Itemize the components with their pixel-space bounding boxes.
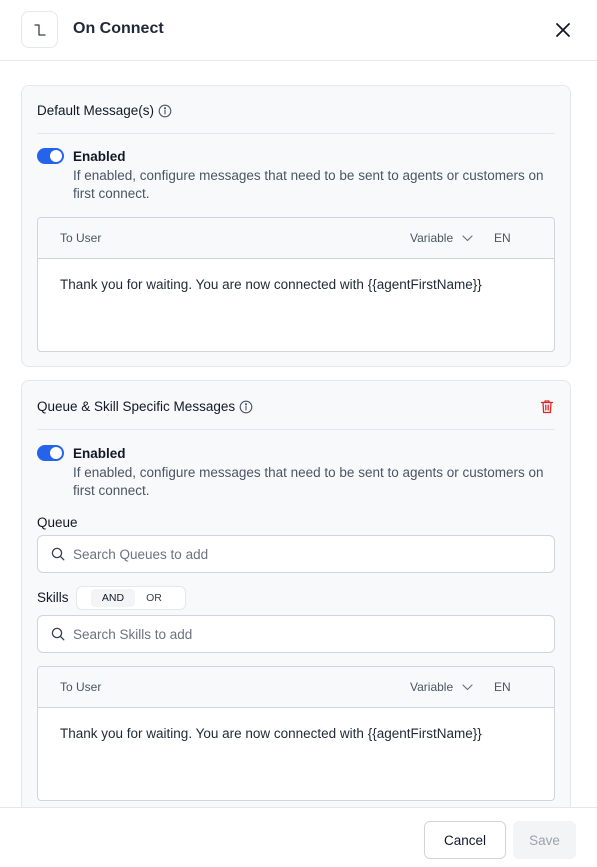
chevron-down-icon bbox=[462, 683, 473, 690]
info-icon[interactable] bbox=[239, 400, 253, 414]
card-divider bbox=[37, 133, 555, 134]
message-editor-header: To User Variable EN bbox=[38, 218, 554, 259]
step-connector-icon bbox=[21, 11, 58, 48]
message-editor: To User Variable EN Thank you for waitin… bbox=[37, 666, 555, 801]
skills-search-field[interactable] bbox=[37, 615, 555, 653]
default-messages-card: Default Message(s) Enabled If enabled, c… bbox=[21, 85, 571, 367]
skills-logic-and[interactable]: AND bbox=[91, 589, 135, 607]
queue-label: Queue bbox=[37, 515, 78, 530]
chevron-down-icon bbox=[462, 234, 473, 241]
recipient-label: To User bbox=[60, 231, 102, 245]
default-messages-title-text: Default Message(s) bbox=[37, 103, 155, 118]
page-title: On Connect bbox=[73, 20, 164, 37]
search-icon bbox=[51, 627, 65, 641]
toggle-description: If enabled, configure messages that need… bbox=[73, 465, 544, 498]
message-editor-header: To User Variable EN bbox=[38, 667, 554, 708]
queue-search-input[interactable] bbox=[73, 536, 543, 572]
search-icon bbox=[51, 547, 65, 561]
toggle-description: If enabled, configure messages that need… bbox=[73, 168, 544, 201]
card-divider bbox=[37, 429, 555, 430]
panel-header: On Connect bbox=[0, 0, 597, 61]
panel-body[interactable]: Default Message(s) Enabled If enabled, c… bbox=[0, 61, 597, 807]
queue-skill-messages-title-text: Queue & Skill Specific Messages bbox=[37, 399, 236, 414]
close-button[interactable] bbox=[552, 19, 574, 41]
delete-button[interactable] bbox=[540, 399, 556, 415]
language-selector[interactable]: EN bbox=[494, 231, 511, 245]
message-text[interactable]: Thank you for waiting. You are now conne… bbox=[60, 277, 482, 292]
trash-icon bbox=[540, 400, 554, 414]
panel-footer: Cancel Save bbox=[0, 807, 597, 867]
default-messages-enabled-toggle[interactable] bbox=[37, 148, 64, 164]
message-text[interactable]: Thank you for waiting. You are now conne… bbox=[60, 726, 482, 741]
skills-logic-or[interactable]: OR bbox=[132, 589, 176, 607]
info-icon[interactable] bbox=[158, 104, 172, 118]
skills-logic-toggle: AND OR bbox=[76, 586, 186, 610]
variable-dropdown[interactable]: Variable bbox=[410, 680, 473, 694]
queue-skill-messages-card: Queue & Skill Specific Messages Enabled … bbox=[21, 380, 571, 807]
queue-search-field[interactable] bbox=[37, 535, 555, 573]
message-editor: To User Variable EN Thank you for waitin… bbox=[37, 217, 555, 352]
close-icon bbox=[556, 23, 570, 37]
variable-dropdown-label: Variable bbox=[410, 680, 454, 694]
toggle-label: Enabled bbox=[73, 446, 126, 461]
variable-dropdown[interactable]: Variable bbox=[410, 231, 473, 245]
queue-skill-enabled-toggle[interactable] bbox=[37, 445, 64, 461]
default-messages-title: Default Message(s) bbox=[37, 103, 172, 118]
cancel-button[interactable]: Cancel bbox=[424, 821, 506, 859]
queue-skill-messages-title: Queue & Skill Specific Messages bbox=[37, 399, 253, 414]
recipient-label: To User bbox=[60, 680, 102, 694]
variable-dropdown-label: Variable bbox=[410, 231, 454, 245]
save-button[interactable]: Save bbox=[513, 821, 576, 859]
toggle-label: Enabled bbox=[73, 149, 126, 164]
skills-search-input[interactable] bbox=[73, 616, 543, 652]
language-selector[interactable]: EN bbox=[494, 680, 511, 694]
skills-label: Skills bbox=[37, 590, 69, 605]
